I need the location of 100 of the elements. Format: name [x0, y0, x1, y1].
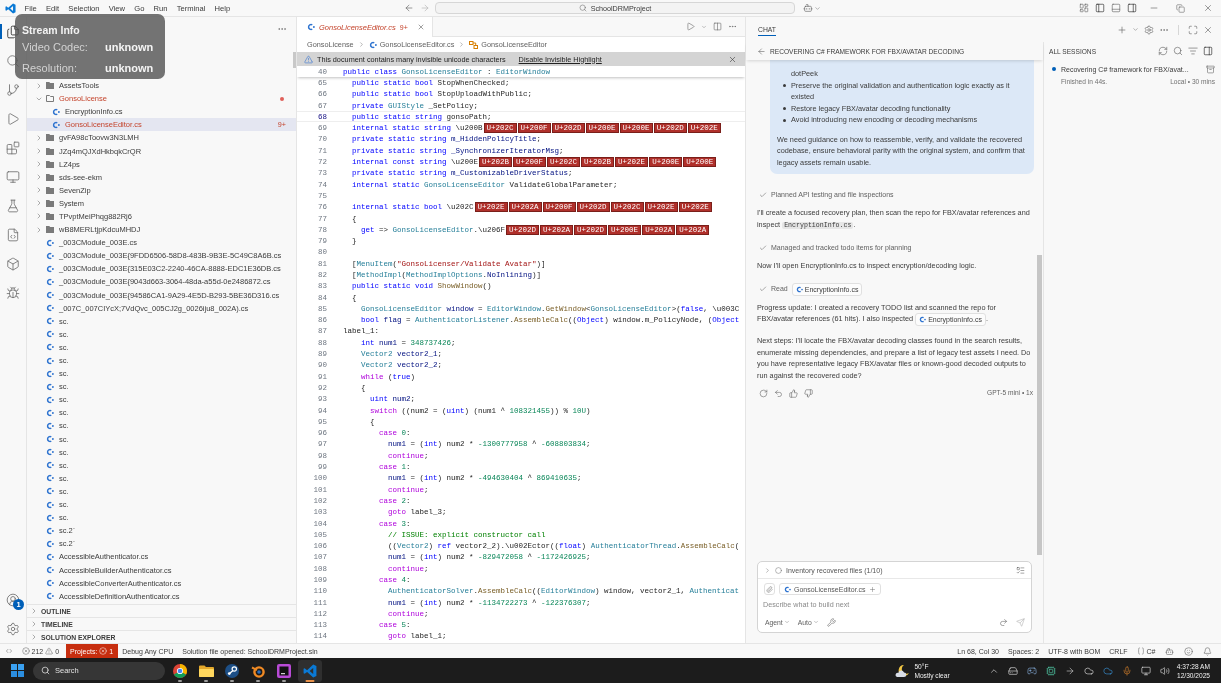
- drive-icon[interactable]: [1008, 665, 1019, 676]
- robot-icon[interactable]: [1165, 646, 1174, 656]
- plus-icon[interactable]: [1117, 24, 1127, 35]
- cloud-icon[interactable]: [1103, 665, 1114, 676]
- account-icon[interactable]: [6, 592, 20, 607]
- panel-right-icon[interactable]: [1203, 46, 1213, 56]
- error-icon: [21, 647, 30, 655]
- restore-icon[interactable]: [1176, 3, 1185, 13]
- info-value: unknown: [105, 41, 154, 53]
- info-label: Resolution:: [22, 62, 79, 74]
- maximize-icon[interactable]: [1188, 24, 1198, 35]
- c-file-icon: [46, 330, 54, 339]
- c-file-icon: [307, 23, 315, 31]
- split-editor-icon[interactable]: [713, 22, 722, 31]
- tools-icon[interactable]: [826, 617, 836, 627]
- close-icon[interactable]: [1202, 3, 1213, 13]
- bullet-icon: [783, 107, 786, 110]
- smile-icon[interactable]: [1184, 646, 1193, 656]
- start-icon[interactable]: [11, 664, 24, 677]
- c-file-icon: [46, 461, 54, 470]
- bullet-icon: [783, 118, 786, 122]
- disc-icon: [225, 663, 239, 678]
- play-icon[interactable]: [686, 22, 695, 31]
- microphone-icon[interactable]: [1122, 665, 1133, 676]
- c-file-icon: [919, 316, 927, 323]
- chevrons-icon[interactable]: [4, 647, 13, 655]
- ring-icon: [251, 663, 265, 678]
- settings-icon[interactable]: [1144, 24, 1154, 35]
- panel-right-icon[interactable]: [1127, 3, 1137, 13]
- moon-cloud-icon: [895, 663, 911, 678]
- chevron-down-icon[interactable]: [814, 4, 821, 12]
- play-icon[interactable]: [6, 111, 20, 126]
- plus-icon[interactable]: [868, 585, 876, 593]
- robot-icon[interactable]: [803, 3, 813, 13]
- chevron-right-icon: [458, 41, 466, 48]
- square-logo-icon: [277, 663, 291, 678]
- c-file-icon: [46, 435, 54, 444]
- arrow-left-icon[interactable]: [403, 3, 414, 13]
- monitor-icon[interactable]: [6, 169, 20, 184]
- undo-icon[interactable]: [774, 388, 783, 398]
- error-icon: [99, 647, 108, 655]
- send-icon[interactable]: [1016, 617, 1025, 627]
- list-icon[interactable]: [1016, 565, 1025, 575]
- archive-icon[interactable]: [1206, 64, 1215, 74]
- thumbs-up-icon[interactable]: [789, 388, 798, 398]
- chip-icon[interactable]: [1046, 665, 1057, 676]
- check-icon: [759, 244, 767, 252]
- bell-icon[interactable]: [1203, 646, 1212, 656]
- cloud-icon[interactable]: [1084, 665, 1095, 676]
- attach-button[interactable]: [764, 583, 775, 595]
- chevron-right-icon[interactable]: [764, 566, 771, 574]
- info-label: Video Codec:: [22, 41, 89, 53]
- blocks-icon[interactable]: [6, 140, 20, 155]
- file-code-icon[interactable]: [6, 227, 20, 242]
- chevron-down-icon[interactable]: [1132, 26, 1139, 33]
- close-icon[interactable]: [1203, 24, 1213, 35]
- box-icon[interactable]: [6, 256, 20, 271]
- thumbs-down-icon[interactable]: [804, 388, 813, 398]
- refresh-icon[interactable]: [1158, 46, 1168, 56]
- search-icon[interactable]: [1173, 46, 1183, 56]
- braces-icon: [1136, 647, 1145, 655]
- chevron-down-icon: [812, 619, 819, 625]
- c-file-icon: [46, 356, 54, 365]
- arrow-right-icon[interactable]: [1065, 665, 1076, 676]
- arrow-left-icon[interactable]: [757, 46, 766, 56]
- close-icon[interactable]: [728, 54, 737, 64]
- chevron-down-icon[interactable]: [701, 23, 707, 30]
- scrollbar-thumb[interactable]: [1037, 255, 1042, 555]
- gamepad-icon[interactable]: [1027, 665, 1038, 676]
- c-file-icon: [52, 107, 60, 116]
- c-file-icon: [52, 120, 60, 129]
- panel-bottom-icon[interactable]: [1111, 3, 1121, 13]
- filter-icon[interactable]: [1188, 46, 1198, 56]
- c-file-icon: [46, 343, 54, 352]
- curved-arrow-icon[interactable]: [999, 617, 1008, 627]
- warning-icon: [45, 647, 54, 655]
- c-file-icon: [46, 592, 54, 601]
- c-file-icon: [46, 422, 54, 430]
- close-icon[interactable]: [416, 23, 425, 31]
- scrollbar-thumb[interactable]: [293, 52, 296, 68]
- monitor-icon[interactable]: [1141, 665, 1152, 676]
- more-icon[interactable]: [728, 22, 737, 31]
- selection-indicator: [0, 24, 2, 39]
- branch-icon[interactable]: [6, 82, 20, 97]
- search-icon: [41, 666, 50, 675]
- refresh-icon[interactable]: [759, 388, 768, 398]
- settings-icon[interactable]: [6, 621, 20, 636]
- search-icon: [578, 4, 587, 12]
- taskbar-button[interactable]: [298, 659, 322, 682]
- c-file-icon: [46, 251, 54, 260]
- flask-icon[interactable]: [6, 198, 20, 213]
- panel-left-icon[interactable]: [1095, 3, 1105, 13]
- ribbon-logo-icon: [4, 2, 16, 14]
- info-value: unknown: [105, 62, 154, 74]
- layout-icon[interactable]: [1079, 3, 1089, 13]
- bug-icon[interactable]: [6, 285, 20, 300]
- c-file-icon: [46, 382, 54, 391]
- class-symbol-icon: [469, 40, 479, 49]
- speaker-icon[interactable]: [1160, 665, 1171, 676]
- check-icon: [759, 285, 767, 293]
